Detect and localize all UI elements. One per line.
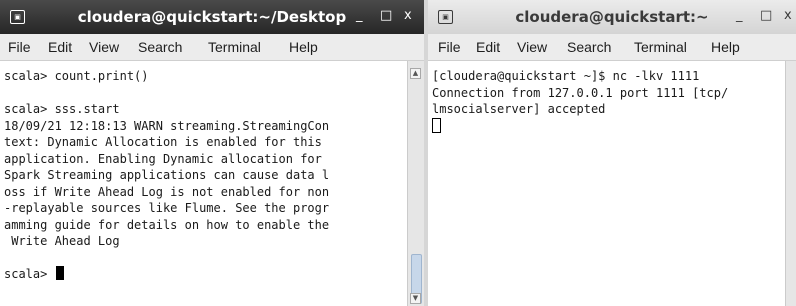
- title-bar[interactable]: ▣ cloudera@quickstart:~/Desktop _ □ x: [0, 0, 424, 34]
- text-cursor: [55, 266, 64, 280]
- minimize-icon[interactable]: _: [356, 8, 363, 24]
- menu-edit[interactable]: Edit: [48, 39, 72, 55]
- terminal-window-home: ▣ cloudera@quickstart:~ _ □ x File Edit …: [428, 0, 796, 306]
- prompt-line: scala>: [4, 266, 408, 283]
- terminal-line: oss if Write Ahead Log is not enabled fo…: [4, 184, 330, 199]
- menu-help[interactable]: Help: [289, 39, 318, 55]
- terminal-line: -replayable sources like Flume. See the …: [4, 201, 330, 215]
- title-bar[interactable]: ▣ cloudera@quickstart:~ _ □ x: [428, 0, 796, 35]
- menu-bar: File Edit View Search Terminal Help: [428, 34, 796, 61]
- terminal-line: amming guide for details on how to enabl…: [4, 217, 330, 232]
- terminal-line: scala> count.print(): [4, 69, 149, 83]
- menu-edit[interactable]: Edit: [476, 39, 500, 55]
- scala-prompt: scala>: [4, 267, 55, 281]
- menu-bar: File Edit View Search Terminal Help: [0, 34, 424, 61]
- close-icon[interactable]: x: [784, 8, 792, 24]
- scroll-down-icon[interactable]: ▼: [410, 293, 421, 304]
- maximize-icon[interactable]: □: [380, 8, 392, 24]
- menu-view[interactable]: View: [517, 39, 547, 55]
- text-cursor: [432, 117, 441, 133]
- close-icon[interactable]: x: [404, 8, 412, 24]
- terminal-window-desktop: ▣ cloudera@quickstart:~/Desktop _ □ x Fi…: [0, 0, 424, 306]
- menu-help[interactable]: Help: [711, 39, 740, 55]
- terminal-line: application. Enabling Dynamic allocation…: [4, 151, 322, 166]
- terminal-line: Write Ahead Log: [4, 234, 120, 248]
- terminal-line: Spark Streaming applications can cause d…: [4, 168, 330, 182]
- terminal-line: text: Dynamic Allocation is enabled for …: [4, 135, 322, 149]
- cursor-line: [432, 117, 786, 135]
- menu-search[interactable]: Search: [138, 39, 182, 55]
- terminal-output[interactable]: [cloudera@quickstart ~]$ nc -lkv 1111 Co…: [428, 61, 786, 306]
- menu-terminal[interactable]: Terminal: [208, 39, 261, 55]
- terminal-line: scala> sss.start: [4, 102, 120, 116]
- menu-file[interactable]: File: [8, 39, 31, 55]
- scroll-up-icon[interactable]: ▲: [410, 68, 421, 79]
- terminal-line: Connection from 127.0.0.1 port 1111 [tcp…: [432, 85, 729, 100]
- vertical-scrollbar[interactable]: ▲ ▼: [407, 61, 424, 306]
- terminal-line: 18/09/21 12:18:13 WARN streaming.Streami…: [4, 118, 330, 133]
- terminal-line: [cloudera@quickstart ~]$ nc -lkv 1111: [432, 69, 700, 83]
- terminal-output[interactable]: scala> count.print() scala> sss.start 18…: [0, 61, 408, 306]
- menu-file[interactable]: File: [438, 39, 461, 55]
- menu-view[interactable]: View: [89, 39, 119, 55]
- vertical-scrollbar[interactable]: [785, 61, 796, 306]
- maximize-icon[interactable]: □: [760, 8, 772, 24]
- terminal-line: lmsocialserver] accepted: [432, 102, 606, 116]
- minimize-icon[interactable]: _: [736, 8, 743, 24]
- menu-terminal[interactable]: Terminal: [634, 39, 687, 55]
- menu-search[interactable]: Search: [567, 39, 611, 55]
